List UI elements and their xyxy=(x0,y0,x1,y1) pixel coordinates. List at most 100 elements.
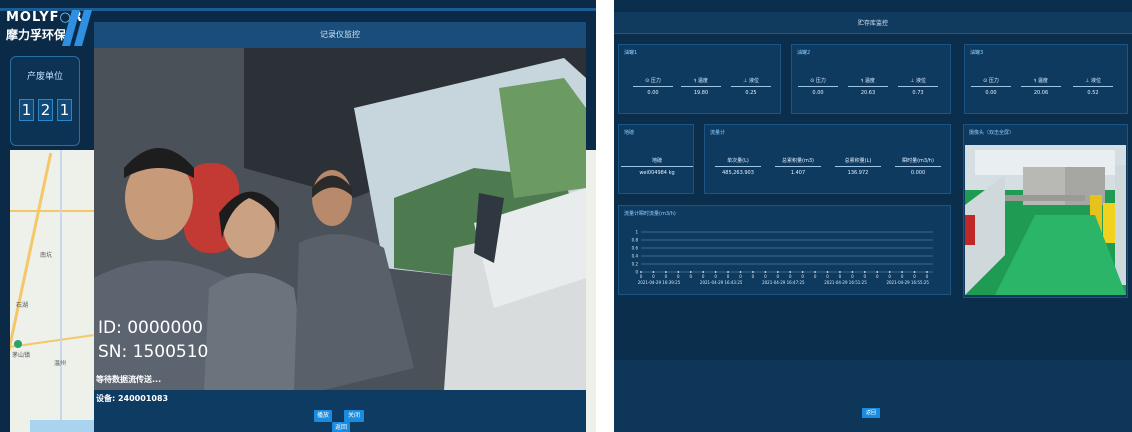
temperature-label: ⫯ 温度 xyxy=(1021,77,1061,87)
play-button[interactable]: 播放 xyxy=(314,410,332,422)
tank-name: 油罐2 xyxy=(797,50,811,56)
temperature-label: ⫯ 温度 xyxy=(848,77,888,87)
point-value-label: 0 xyxy=(851,274,854,279)
data-point xyxy=(814,271,816,273)
window-gap xyxy=(596,0,614,432)
point-value-label: 0 xyxy=(640,274,643,279)
unit-title: 产废单位 xyxy=(26,72,63,82)
level-value: 0.25 xyxy=(745,90,757,96)
tank-name: 油罐1 xyxy=(624,50,638,56)
data-point xyxy=(913,271,916,273)
flow-label: 单次量(L) xyxy=(715,157,761,167)
device-id: 设备: 240001083 xyxy=(96,394,169,403)
point-value-label: 0 xyxy=(702,274,705,279)
data-point xyxy=(876,271,879,273)
temperature-value: 20.06 xyxy=(1033,90,1049,96)
y-tick-label: 0 xyxy=(635,270,638,275)
thermometer-icon: ⫯ xyxy=(1034,78,1037,84)
level-icon: ⊥ xyxy=(1085,78,1090,84)
data-point xyxy=(640,271,642,273)
point-value-label: 0 xyxy=(864,274,867,279)
point-value-label: 0 xyxy=(839,274,842,279)
close-button[interactable]: 关闭 xyxy=(344,410,364,422)
pressure-value: 0.00 xyxy=(985,90,997,96)
video-id-overlay: ID: 0000000 xyxy=(98,318,203,338)
flow-chart-card: 流量计瞬时流量(m3/h) 1 0.8 0.6 0.4 0.2 0 0 0 0 0 0 0 0 0 0 0 0 0… xyxy=(618,205,951,295)
map-label: 南坑 xyxy=(40,252,53,259)
modal-title: 记录仪监控 xyxy=(94,22,586,48)
flow-meter-card: 流量计 单次量(L) 485,263.903 总累积量(m3) 1.407 总累积量… xyxy=(704,124,951,194)
return-button[interactable]: 返回 xyxy=(862,408,880,418)
unit-digit: 1 xyxy=(19,99,34,121)
thermometer-icon: ⫯ xyxy=(861,78,864,84)
data-point xyxy=(826,271,829,273)
temperature-value: 20.63 xyxy=(860,90,876,96)
gauge-icon: ⊙ xyxy=(645,78,650,84)
point-value-label: 0 xyxy=(727,274,730,279)
pressure-label: ⊙ 压力 xyxy=(971,77,1011,87)
waste-unit-panel: 产废单位 1 2 1 xyxy=(10,56,80,146)
y-tick-label: 0.8 xyxy=(632,238,639,243)
camera-feed[interactable] xyxy=(965,145,1126,295)
point-value-label: 0 xyxy=(677,274,680,279)
level-icon: ⊥ xyxy=(743,78,748,84)
point-value-label: 0 xyxy=(876,274,879,279)
weigh-title: 地磅 xyxy=(624,130,635,136)
weigh-value: wei004984 kg xyxy=(639,170,675,176)
recorder-modal: 记录仪监控 ID: 0000000 SN: 1500510 等待数据流传送...… xyxy=(94,22,586,432)
level-label: ⊥ 液位 xyxy=(731,77,771,87)
map-view[interactable]: 茅山镇 温州 南坑 石湖 xyxy=(10,150,94,432)
map-label: 茅山镇 xyxy=(12,352,31,359)
y-tick-label: 0.4 xyxy=(632,254,639,259)
flow-label: 瞬时量(m3/h) xyxy=(895,157,941,167)
warehouse-image xyxy=(965,145,1126,295)
cab-camera-image xyxy=(94,48,586,390)
unit-count: 1 2 1 xyxy=(19,99,72,121)
data-point xyxy=(888,271,891,273)
data-point xyxy=(851,271,854,273)
tank-card-1: 油罐1 ⊙ 压力 0.00 ⫯ 温度 19.80 ⊥ 液位 0.25 xyxy=(618,44,781,114)
point-value-label: 0 xyxy=(926,274,929,279)
y-tick-label: 1 xyxy=(635,230,638,235)
gauge-icon: ⊙ xyxy=(983,78,988,84)
point-value-label: 0 xyxy=(901,274,904,279)
level-label: ⊥ 液位 xyxy=(1073,77,1113,87)
unit-digit: 2 xyxy=(38,99,53,121)
temperature-label: ⫯ 温度 xyxy=(681,77,721,87)
data-point xyxy=(664,271,667,273)
data-point xyxy=(689,271,692,273)
unit-digit: 1 xyxy=(57,99,72,121)
pressure-value: 0.00 xyxy=(812,90,824,96)
point-value-label: 0 xyxy=(714,274,717,279)
back-button[interactable]: 返回 xyxy=(332,422,350,432)
level-value: 0.52 xyxy=(1087,90,1099,96)
point-value-label: 0 xyxy=(801,274,804,279)
point-value-label: 0 xyxy=(689,274,692,279)
data-point xyxy=(764,271,767,273)
x-tick-label: 2021-04-29 16:51:25 xyxy=(824,280,867,285)
data-point xyxy=(901,271,904,273)
gauge-icon: ⊙ xyxy=(810,78,815,84)
point-value-label: 0 xyxy=(913,274,916,279)
y-tick-label: 0.6 xyxy=(632,246,639,251)
flow-value: 1.407 xyxy=(790,170,806,176)
camera-title: 摄像头（双击全屏） xyxy=(969,130,1015,136)
recorder-page: MOLYF○R 摩力孚环保 产废单位 1 2 1 茅山镇 温州 南坑 石湖 记录… xyxy=(0,0,596,432)
video-player[interactable]: ID: 0000000 SN: 1500510 xyxy=(94,48,586,390)
weigh-label: 地磅 xyxy=(621,157,693,167)
data-point xyxy=(652,271,655,273)
tank-card-3: 油罐3 ⊙ 压力 0.00 ⫯ 温度 20.06 ⊥ 液位 0.52 xyxy=(964,44,1128,114)
pressure-label: ⊙ 压力 xyxy=(798,77,838,87)
page-title: 贮存库监控 xyxy=(857,20,888,27)
map-label: 石湖 xyxy=(16,302,29,309)
point-value-label: 0 xyxy=(826,274,829,279)
video-sn-overlay: SN: 1500510 xyxy=(98,342,209,362)
flow-value: 0.000 xyxy=(910,170,926,176)
flow-line-chart: 10.80.60.40.200 0 0 0 0 0 0 0 0 0 0 0 0 0 0 0 0 0 0 0 0 0 0 020… xyxy=(632,230,933,285)
logo-stripes-icon xyxy=(62,10,92,46)
x-tick-label: 2021-04-29 16:55:25 xyxy=(886,280,929,285)
location-pin-icon[interactable] xyxy=(14,340,22,348)
data-point xyxy=(702,271,705,273)
data-point xyxy=(727,271,729,273)
data-point xyxy=(801,271,804,273)
